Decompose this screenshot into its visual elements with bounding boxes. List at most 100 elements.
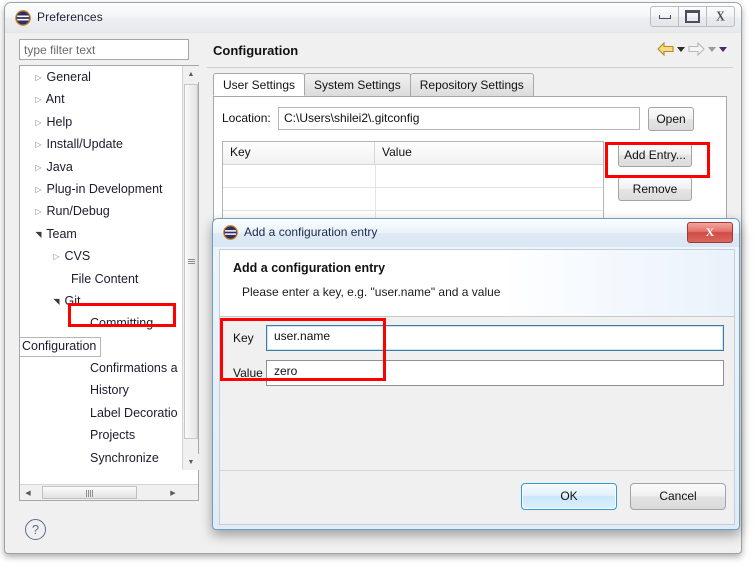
sidebar-item-configuration[interactable]: Configuration xyxy=(20,335,183,357)
window-title: Preferences xyxy=(37,10,103,24)
sidebar-item-label: Git xyxy=(64,293,81,308)
settings-tabs: User Settings System Settings Repository… xyxy=(213,73,534,97)
chevron-down-icon[interactable] xyxy=(719,46,727,52)
scrollbar-thumb[interactable] xyxy=(184,84,198,439)
dialog-close-button[interactable]: X xyxy=(687,222,733,243)
sidebar-item-projects[interactable]: Projects xyxy=(20,424,183,446)
cell-value xyxy=(376,165,603,187)
sidebar-item-label: Projects xyxy=(90,428,136,443)
back-arrow-icon[interactable] xyxy=(657,42,674,56)
preferences-sidebar: type filter text ▷ General ▷ Ant ▷ Help … xyxy=(15,35,199,501)
chevron-right-icon[interactable]: ▷ xyxy=(34,112,43,134)
cancel-button[interactable]: Cancel xyxy=(630,483,726,510)
sidebar-item-label: Committing xyxy=(90,316,154,331)
chevron-right-icon[interactable]: ▷ xyxy=(34,201,43,223)
sidebar-item-install-update[interactable]: ▷ Install/Update xyxy=(20,133,183,155)
tree-vertical-scrollbar[interactable]: ▲ ▼ xyxy=(182,66,199,470)
key-input[interactable]: user.name xyxy=(266,325,724,351)
sidebar-item-java[interactable]: ▷ Java xyxy=(20,156,183,178)
sidebar-item-file-content[interactable]: File Content xyxy=(20,268,183,290)
scrollbar-thumb[interactable] xyxy=(42,486,137,499)
sidebar-item-label: Java xyxy=(46,159,73,174)
chevron-right-icon[interactable]: ▷ xyxy=(34,89,43,111)
minimize-button[interactable] xyxy=(650,6,679,27)
column-header-key[interactable]: Key xyxy=(223,142,375,164)
add-configuration-entry-dialog: Add a configuration entry X Add a config… xyxy=(212,218,740,530)
chevron-down-icon[interactable]: ◥ xyxy=(52,291,61,313)
remove-button[interactable]: Remove xyxy=(618,177,692,201)
sidebar-item-confirmations[interactable]: Confirmations a xyxy=(20,357,183,379)
sidebar-item-ant[interactable]: ▷ Ant xyxy=(20,88,183,110)
close-icon: X xyxy=(705,225,715,239)
add-entry-button[interactable]: Add Entry... xyxy=(618,143,692,167)
value-field-row: Value zero xyxy=(220,360,734,388)
sidebar-item-team[interactable]: ◥ Team xyxy=(20,223,183,245)
dialog-subtext: Please enter a key, e.g. "user.name" and… xyxy=(242,285,501,299)
sidebar-item-help[interactable]: ▷ Help xyxy=(20,111,183,133)
table-row[interactable] xyxy=(223,188,603,211)
sidebar-item-synchronize[interactable]: Synchronize xyxy=(20,447,183,469)
sidebar-item-git[interactable]: ◥ Git xyxy=(20,290,183,312)
help-icon[interactable]: ? xyxy=(25,519,46,540)
location-label: Location: xyxy=(222,111,271,125)
dialog-titlebar: Add a configuration entry X xyxy=(213,219,739,247)
sidebar-item-label: Ant xyxy=(45,92,65,107)
maximize-icon xyxy=(685,10,700,23)
scroll-up-icon[interactable]: ▲ xyxy=(183,66,199,82)
chevron-down-icon[interactable] xyxy=(677,46,685,52)
scroll-down-icon[interactable]: ▼ xyxy=(183,454,199,470)
column-header-value[interactable]: Value xyxy=(375,142,603,164)
tree-horizontal-scrollbar[interactable]: ◀ ▶ xyxy=(20,484,198,500)
dialog-body: Add a configuration entry Please enter a… xyxy=(219,249,735,525)
scroll-right-icon[interactable]: ▶ xyxy=(165,485,181,501)
cell-value xyxy=(376,188,603,210)
ok-button[interactable]: OK xyxy=(521,483,617,510)
cell-key xyxy=(223,165,376,187)
sidebar-item-run-debug[interactable]: ▷ Run/Debug xyxy=(20,200,183,222)
maximize-button[interactable] xyxy=(678,6,707,27)
sidebar-item-label: Synchronize xyxy=(90,450,159,465)
chevron-right-icon[interactable]: ▷ xyxy=(52,246,61,268)
minimize-icon xyxy=(658,14,671,19)
sidebar-item-history[interactable]: History xyxy=(20,379,183,401)
location-input[interactable]: C:\Users\shilei2\.gitconfig xyxy=(278,107,640,130)
table-row[interactable] xyxy=(223,165,603,188)
sidebar-item-cvs[interactable]: ▷ CVS xyxy=(20,245,183,267)
sidebar-item-label: Run/Debug xyxy=(46,204,110,219)
tab-system-settings[interactable]: System Settings xyxy=(304,73,411,96)
close-button[interactable]: X xyxy=(706,6,735,27)
chevron-down-icon[interactable]: ◥ xyxy=(34,224,43,246)
table-header: Key Value xyxy=(223,142,603,165)
sidebar-item-label: Confirmations a xyxy=(90,361,178,376)
close-icon: X xyxy=(716,7,725,24)
screen: Preferences X type filter text ▷ General… xyxy=(0,0,756,569)
page-header: Configuration xyxy=(207,37,733,68)
sidebar-item-window-cache[interactable]: Window Cache xyxy=(20,469,183,470)
sidebar-item-label: Label Decoratio xyxy=(90,405,178,420)
tab-repository-settings[interactable]: Repository Settings xyxy=(409,73,534,96)
sidebar-item-label: CVS xyxy=(64,249,91,264)
sidebar-item-committing[interactable]: Committing xyxy=(20,312,183,334)
sidebar-item-general[interactable]: ▷ General xyxy=(20,66,183,88)
eclipse-icon xyxy=(223,225,238,240)
sidebar-item-label: General xyxy=(46,70,91,84)
chevron-right-icon[interactable]: ▷ xyxy=(34,179,43,201)
sidebar-item-plug-in-development[interactable]: ▷ Plug-in Development xyxy=(20,178,183,200)
scroll-left-icon[interactable]: ◀ xyxy=(20,485,36,501)
filter-input[interactable]: type filter text xyxy=(19,39,189,60)
window-titlebar: Preferences X xyxy=(5,3,741,33)
dialog-footer: OK Cancel xyxy=(220,470,734,524)
sidebar-item-label: Help xyxy=(46,114,73,129)
sidebar-item-label: Install/Update xyxy=(46,137,123,152)
value-input[interactable]: zero xyxy=(266,360,724,386)
open-button[interactable]: Open xyxy=(648,107,694,131)
preferences-tree[interactable]: ▷ General ▷ Ant ▷ Help ▷ Install/Update … xyxy=(19,65,199,501)
tab-user-settings[interactable]: User Settings xyxy=(213,73,306,96)
page-title: Configuration xyxy=(213,43,299,58)
chevron-right-icon[interactable]: ▷ xyxy=(34,67,43,89)
chevron-right-icon[interactable]: ▷ xyxy=(34,134,43,156)
sidebar-item-label-decorations[interactable]: Label Decoratio xyxy=(20,402,183,424)
sidebar-item-label: Plug-in Development xyxy=(46,181,163,196)
sidebar-item-label: History xyxy=(90,383,129,398)
chevron-right-icon[interactable]: ▷ xyxy=(34,157,43,179)
